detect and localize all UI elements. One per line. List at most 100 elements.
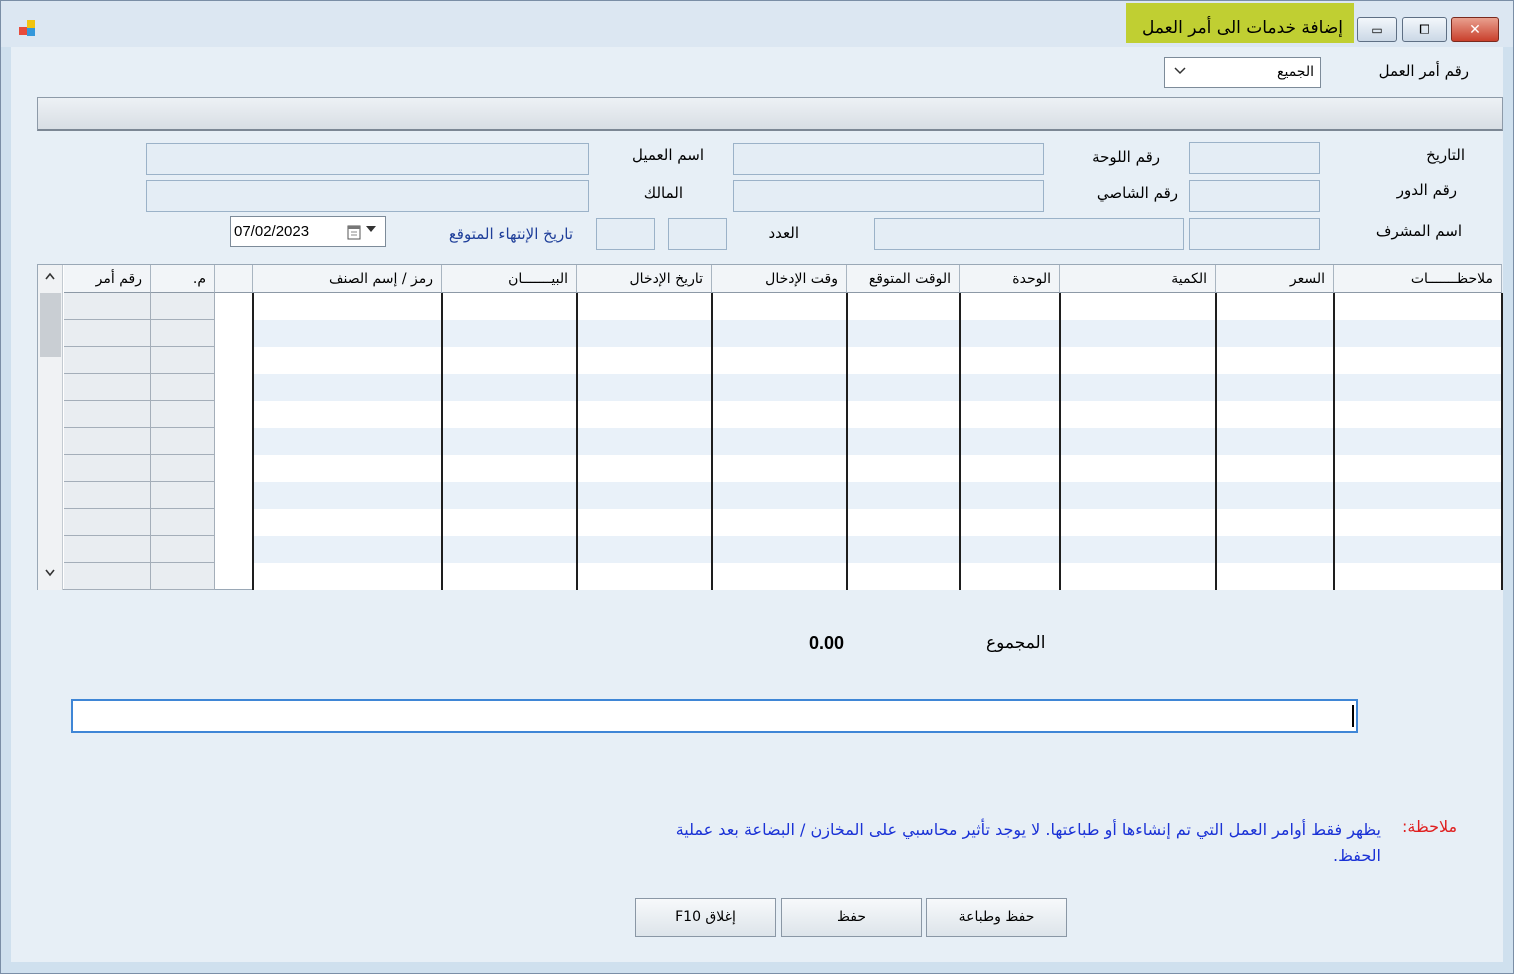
grid-column-header[interactable]: السعر bbox=[1216, 265, 1334, 293]
grid-cell[interactable] bbox=[64, 536, 151, 563]
order-number-label: رقم أمر العمل bbox=[1378, 62, 1469, 80]
grid-cell[interactable] bbox=[64, 563, 151, 590]
maximize-button[interactable]: ⧠ bbox=[1402, 17, 1447, 42]
table-row[interactable] bbox=[252, 293, 1502, 320]
grid-cell[interactable] bbox=[64, 293, 151, 320]
close-window-button[interactable]: ✕ bbox=[1451, 17, 1499, 42]
grid-cell[interactable] bbox=[64, 428, 151, 455]
chassis-number-label: رقم الشاصي bbox=[1096, 184, 1178, 202]
owner-field[interactable] bbox=[146, 180, 589, 212]
window-title: إضافة خدمات الى أمر العمل bbox=[1141, 18, 1343, 38]
grid-cell[interactable] bbox=[64, 482, 151, 509]
vertical-scrollbar[interactable] bbox=[38, 265, 63, 590]
turn-number-label: رقم الدور bbox=[1396, 181, 1457, 199]
turn-number-field[interactable] bbox=[1189, 180, 1320, 212]
scroll-down-icon[interactable] bbox=[44, 568, 56, 578]
plate-number-field[interactable] bbox=[733, 143, 1044, 175]
table-row[interactable] bbox=[252, 374, 1502, 401]
grid-cell[interactable] bbox=[64, 374, 151, 401]
grid-cell[interactable] bbox=[151, 536, 215, 563]
minimize-icon: ▭ bbox=[1371, 22, 1383, 37]
order-number-value: الجميع bbox=[1277, 64, 1314, 80]
grid-cell[interactable] bbox=[151, 374, 215, 401]
customer-name-field[interactable] bbox=[146, 143, 589, 175]
grid-column-divider bbox=[1059, 293, 1061, 590]
save-print-button[interactable]: حفظ وطباعة bbox=[926, 898, 1067, 937]
grid-cell[interactable] bbox=[151, 347, 215, 374]
chevron-down-icon[interactable] bbox=[1173, 66, 1187, 76]
form-body: رقم أمر العمل الجميع التاريخ رقم الدور ا… bbox=[11, 47, 1503, 962]
calendar-icon[interactable] bbox=[347, 224, 361, 240]
title-bar[interactable]: إضافة خدمات الى أمر العمل ▭ ⧠ ✕ bbox=[1, 1, 1513, 47]
grid-cell[interactable] bbox=[151, 401, 215, 428]
table-row[interactable] bbox=[252, 428, 1502, 455]
table-row[interactable] bbox=[252, 482, 1502, 509]
app-icon[interactable] bbox=[17, 19, 37, 37]
grid-column-header[interactable]: رقم أمر bbox=[64, 265, 151, 293]
save-button[interactable]: حفظ bbox=[781, 898, 922, 937]
table-row[interactable] bbox=[252, 320, 1502, 347]
note-title: ملاحظة: bbox=[1402, 817, 1458, 836]
table-row[interactable] bbox=[252, 401, 1502, 428]
table-row[interactable] bbox=[252, 347, 1502, 374]
grid-column-header[interactable]: البيـــــــان bbox=[442, 265, 577, 293]
grid-cell[interactable] bbox=[151, 320, 215, 347]
grid-column-header[interactable]: الوحدة bbox=[960, 265, 1060, 293]
supervisor-name-field[interactable] bbox=[874, 218, 1184, 250]
table-row[interactable] bbox=[252, 563, 1502, 590]
scrollbar-thumb[interactable] bbox=[40, 293, 61, 357]
order-number-select[interactable]: الجميع bbox=[1164, 57, 1321, 88]
customer-name-label: اسم العميل bbox=[631, 146, 704, 164]
grid-cell[interactable] bbox=[64, 401, 151, 428]
supervisor-code-field[interactable] bbox=[1189, 218, 1320, 250]
scroll-up-icon[interactable] bbox=[44, 271, 56, 281]
date-field[interactable] bbox=[1189, 142, 1320, 174]
grid-cell[interactable] bbox=[64, 455, 151, 482]
grid-column-header[interactable]: رمز / إسم الصنف bbox=[253, 265, 442, 293]
grid-cell[interactable] bbox=[151, 455, 215, 482]
expected-end-date-label: تاريخ الإنتهاء المتوقع bbox=[448, 225, 573, 243]
owner-label: المالك bbox=[643, 184, 683, 202]
grid-column-header[interactable]: ملاحظـــــــات bbox=[1334, 265, 1502, 293]
dropdown-arrow-icon[interactable] bbox=[365, 225, 377, 233]
close-button[interactable]: إغلاق F10 bbox=[635, 898, 776, 937]
minimize-button[interactable]: ▭ bbox=[1357, 17, 1397, 42]
grid-cell[interactable] bbox=[64, 347, 151, 374]
grid-column-header[interactable]: م. bbox=[151, 265, 215, 293]
plate-number-label: رقم اللوحة bbox=[1092, 148, 1160, 166]
grid-column-header[interactable] bbox=[215, 265, 253, 293]
grid-cell[interactable] bbox=[151, 482, 215, 509]
grid-column-header[interactable]: الكمية bbox=[1060, 265, 1216, 293]
grid-column-header[interactable]: وقت الإدخال bbox=[712, 265, 847, 293]
table-row[interactable] bbox=[252, 455, 1502, 482]
grid-cell[interactable] bbox=[151, 563, 215, 590]
expected-end-date-value: 07/02/2023 bbox=[234, 223, 310, 240]
table-row[interactable] bbox=[252, 536, 1502, 563]
grid-column-header[interactable]: الوقت المتوقع bbox=[847, 265, 960, 293]
services-grid[interactable]: ملاحظـــــــات السعر الكمية الوحدة الوقت الم… bbox=[37, 264, 1503, 590]
note-text: يظهر فقط أوامر العمل التي تم إنشاءها أو … bbox=[675, 820, 1381, 865]
grid-column-divider bbox=[576, 293, 578, 590]
count-unit-field[interactable] bbox=[596, 218, 655, 250]
supervisor-label: اسم المشرف bbox=[1375, 222, 1462, 240]
app-window: إضافة خدمات الى أمر العمل ▭ ⧠ ✕ رقم أمر … bbox=[0, 0, 1514, 974]
grid-cell[interactable] bbox=[64, 509, 151, 536]
count-field[interactable] bbox=[668, 218, 727, 250]
table-row[interactable] bbox=[252, 509, 1502, 536]
grid-column-divider bbox=[252, 293, 254, 590]
text-caret bbox=[1352, 705, 1354, 727]
grid-cell[interactable] bbox=[151, 428, 215, 455]
chassis-number-field[interactable] bbox=[733, 180, 1044, 212]
grid-column-header[interactable]: تاريخ الإدخال bbox=[577, 265, 712, 293]
total-label: المجموع bbox=[986, 633, 1046, 653]
header-strip bbox=[37, 97, 1503, 131]
notes-input[interactable] bbox=[71, 699, 1358, 733]
grid-column-divider bbox=[1215, 293, 1217, 590]
grid-cell[interactable] bbox=[151, 293, 215, 320]
grid-column-divider bbox=[1333, 293, 1335, 590]
expected-end-date-picker[interactable]: 07/02/2023 bbox=[230, 216, 386, 247]
grid-column-divider bbox=[441, 293, 443, 590]
grid-cell[interactable] bbox=[151, 509, 215, 536]
close-icon: ✕ bbox=[1469, 21, 1481, 38]
grid-cell[interactable] bbox=[64, 320, 151, 347]
